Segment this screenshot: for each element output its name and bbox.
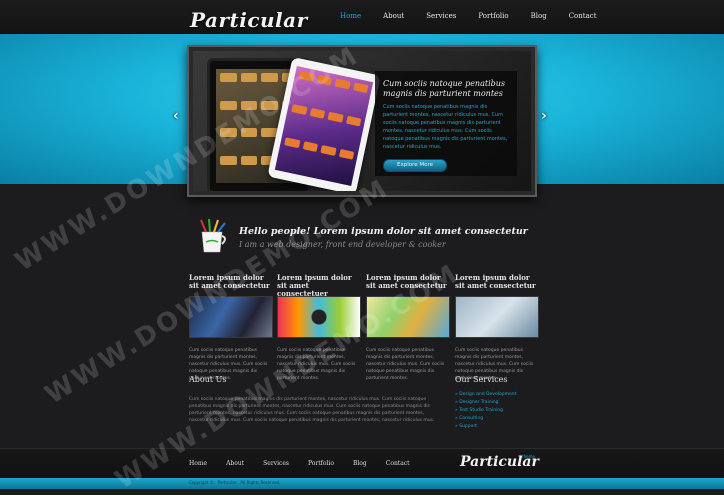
feature-title[interactable]: Lorem ipsum dolor sit amet consectetuer bbox=[277, 274, 359, 298]
service-link[interactable]: Support bbox=[455, 423, 516, 431]
paint-brushes-icon bbox=[200, 218, 226, 253]
main-nav: Home About Services Portfolio Blog Conta… bbox=[340, 12, 619, 20]
footer-nav: Home About Services Portfolio Blog Conta… bbox=[189, 460, 429, 467]
nav-home[interactable]: Home bbox=[340, 12, 361, 20]
intro-heading: Hello people! Lorem ipsum dolor sit amet… bbox=[239, 226, 528, 237]
feature-text: Cum sociis natoque penatibus magnis dis … bbox=[366, 348, 445, 381]
feature-title[interactable]: Lorem ipsum dolor sit amet consectetur bbox=[189, 274, 271, 292]
about-text: Cum sociis natoque penatibus magnis dis … bbox=[189, 397, 435, 423]
copyright-bar: Copyright © . Particular . All Rights Re… bbox=[0, 478, 724, 489]
copyright-text: Copyright © . Particular . All Rights Re… bbox=[189, 480, 281, 485]
nav-contact[interactable]: Contact bbox=[569, 12, 597, 20]
slide-text: Cum sociis natoque penatibus magnis dis … bbox=[383, 104, 508, 150]
nav-portfolio[interactable]: Portfolio bbox=[478, 12, 508, 20]
slide-image: Cum sociis natoque penatibus magnis dis … bbox=[193, 51, 531, 191]
site-logo[interactable]: Particular bbox=[190, 8, 308, 32]
feature-title[interactable]: Lorem ipsum dolor sit amet consectetur bbox=[366, 274, 448, 292]
slider-prev-arrow-icon[interactable]: ‹ bbox=[173, 108, 179, 124]
feature-title[interactable]: Lorem ipsum dolor sit amet consectetur bbox=[455, 274, 537, 292]
nav-blog[interactable]: Blog bbox=[531, 12, 547, 20]
nav-about[interactable]: About bbox=[383, 12, 404, 20]
footer-logo-tagline: theme bbox=[522, 454, 535, 459]
service-link[interactable]: Design and Development bbox=[455, 391, 516, 399]
feature-thumbnail[interactable] bbox=[366, 296, 450, 338]
footer-nav-services[interactable]: Services bbox=[263, 460, 289, 467]
slide-caption: Cum sociis natoque penatibus magnis dis … bbox=[375, 71, 517, 176]
service-link[interactable]: Consulting bbox=[455, 415, 516, 423]
service-link[interactable]: Designer Training bbox=[455, 399, 516, 407]
top-header: Particular Home About Services Portfolio… bbox=[0, 0, 724, 34]
footer-nav-portfolio[interactable]: Portfolio bbox=[308, 460, 334, 467]
slide-title: Cum sociis natoque penatibus magnis dis … bbox=[383, 79, 506, 98]
feature-thumbnail[interactable] bbox=[277, 296, 361, 338]
footer-nav-about[interactable]: About bbox=[226, 460, 244, 467]
intro-subheading: I am a web designer, front end developer… bbox=[239, 240, 446, 249]
feature-column: Lorem ipsum dolor sit amet consectetur C… bbox=[189, 274, 273, 382]
footer-nav-contact[interactable]: Contact bbox=[386, 460, 410, 467]
footer-nav-blog[interactable]: Blog bbox=[353, 460, 367, 467]
slider-next-arrow-icon[interactable]: › bbox=[541, 108, 547, 124]
feature-thumbnail[interactable] bbox=[189, 296, 273, 338]
about-heading: About Us bbox=[189, 375, 227, 384]
services-heading: Our Services bbox=[455, 375, 508, 384]
feature-text: Cum sociis natoque penatibus magnis dis … bbox=[277, 348, 356, 381]
service-link[interactable]: Test Studio Training bbox=[455, 407, 516, 415]
hero-slider: Cum sociis natoque penatibus magnis dis … bbox=[187, 45, 537, 197]
feature-column: Lorem ipsum dolor sit amet consectetur C… bbox=[455, 274, 539, 382]
feature-thumbnail[interactable] bbox=[455, 296, 539, 338]
explore-more-button[interactable]: Explore More bbox=[383, 159, 447, 172]
footer: Home About Services Portfolio Blog Conta… bbox=[0, 448, 724, 479]
footer-nav-home[interactable]: Home bbox=[189, 460, 207, 467]
nav-services[interactable]: Services bbox=[426, 12, 456, 20]
services-list: Design and Development Designer Training… bbox=[455, 391, 516, 431]
feature-column: Lorem ipsum dolor sit amet consectetuer … bbox=[277, 274, 361, 382]
feature-column: Lorem ipsum dolor sit amet consectetur C… bbox=[366, 274, 450, 382]
